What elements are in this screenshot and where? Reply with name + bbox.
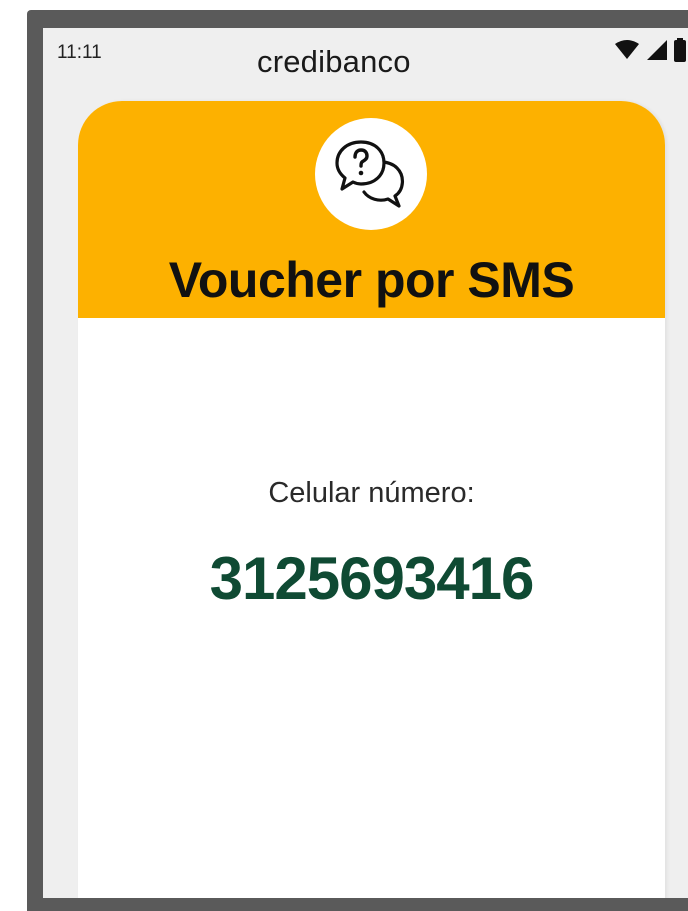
wifi-icon (614, 39, 640, 66)
phone-screen: 11:11 credibanco Voucher por SMS Celular… (43, 28, 688, 898)
phone-number-label: Celular número: (268, 477, 475, 509)
card-header: Voucher por SMS (78, 101, 665, 318)
status-icons (614, 37, 686, 67)
voucher-card: Voucher por SMS Celular número: 31256934… (78, 101, 665, 898)
header-icon-badge (315, 118, 427, 230)
brand-logo: credibanco (257, 44, 411, 79)
signal-icon (646, 39, 668, 66)
status-bar: 11:11 credibanco (43, 28, 688, 88)
page-title: Voucher por SMS (168, 252, 575, 308)
phone-number-value: 3125693416 (209, 545, 535, 612)
battery-icon (674, 37, 686, 67)
status-time: 11:11 (57, 42, 102, 63)
